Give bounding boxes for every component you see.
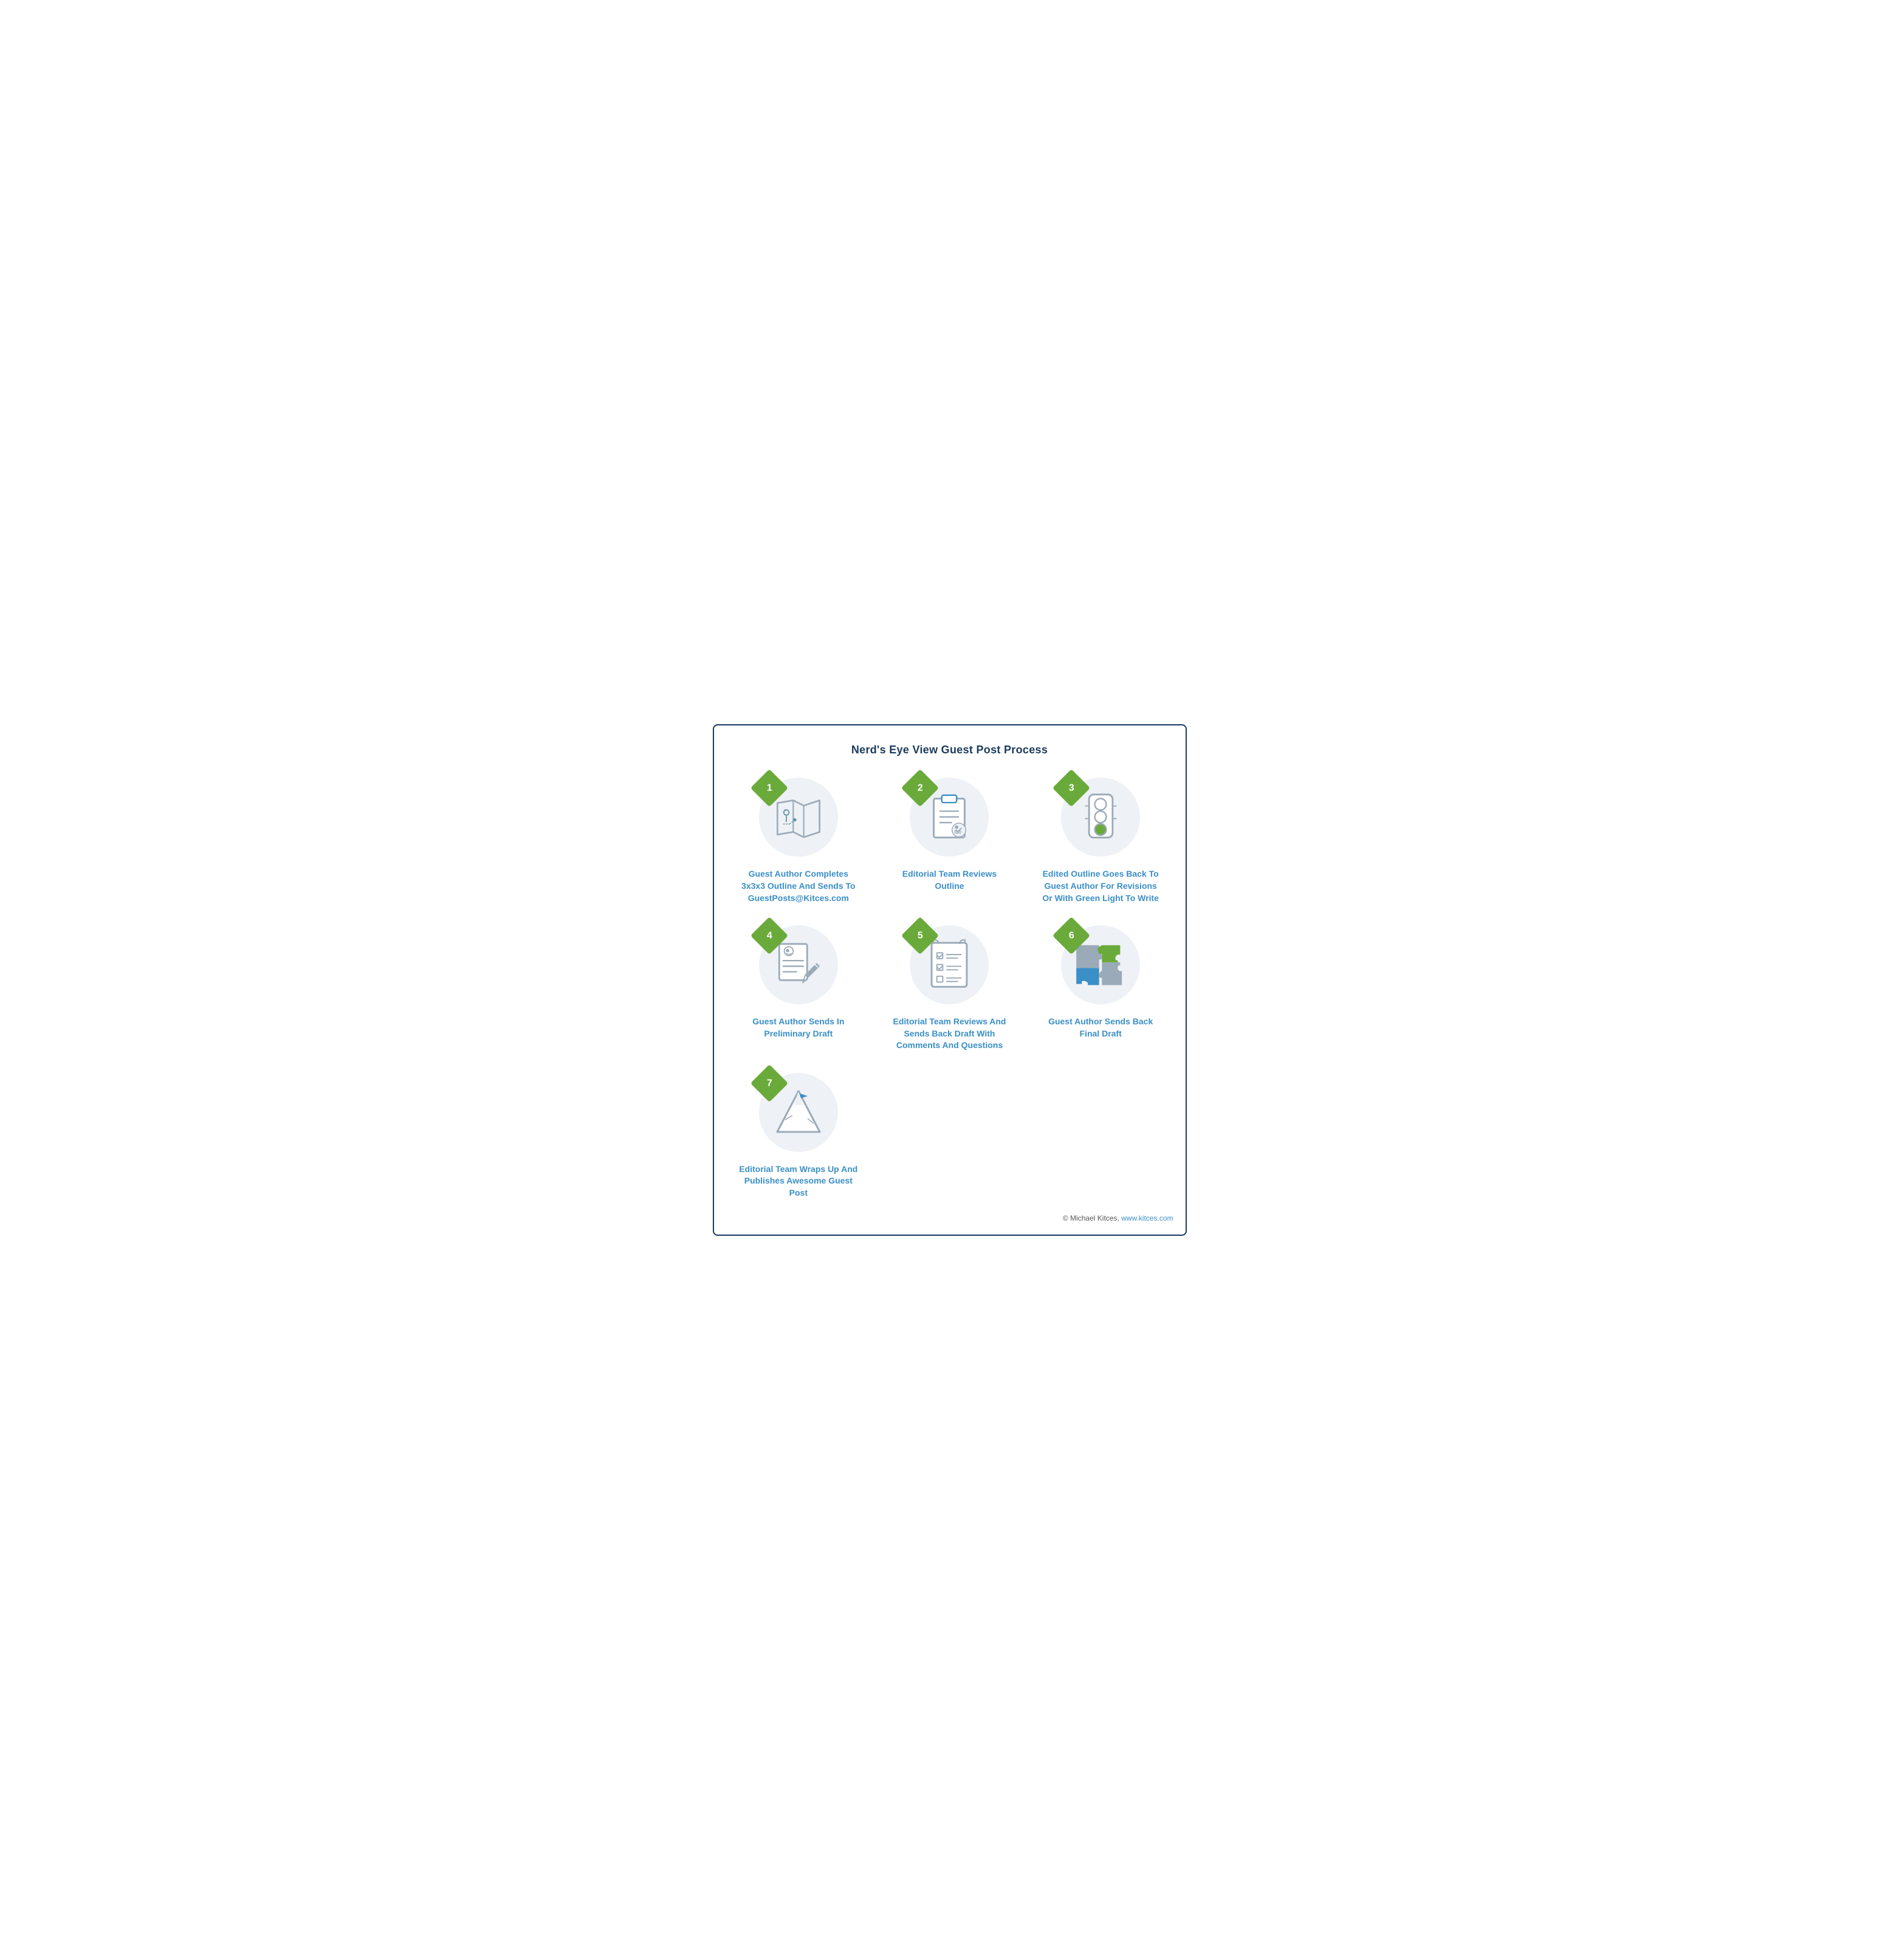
step-icon-wrap-3: 3 bbox=[1058, 775, 1143, 860]
step-label-5: Editorial Team Reviews And Sends Back Dr… bbox=[888, 1016, 1010, 1052]
step-1: 1 × Guest Author Completes 3x3x3 Outline… bbox=[726, 775, 871, 904]
step-number-6: 6 bbox=[1069, 930, 1074, 941]
step-number-4: 4 bbox=[766, 930, 772, 941]
step-4: 4 Guest Author Sends In Preliminary Draf… bbox=[726, 922, 871, 1052]
step-5: 5 Editorial Team Reviews And Sends Back … bbox=[877, 922, 1022, 1052]
step-icon-wrap-5: 5 bbox=[907, 922, 992, 1007]
copyright-text: © Michael Kitces, bbox=[1063, 1214, 1121, 1222]
step-number-7: 7 bbox=[766, 1078, 772, 1089]
svg-text:×: × bbox=[784, 809, 786, 812]
step-label-3: Edited Outline Goes Back To Guest Author… bbox=[1040, 868, 1161, 904]
step-label-2: Editorial Team Reviews Outline bbox=[888, 868, 1010, 892]
step-icon-wrap-2: 2 bbox=[907, 775, 992, 860]
step-label-7: Editorial Team Wraps Up And Publishes Aw… bbox=[738, 1163, 859, 1199]
page-title: Nerd's Eye View Guest Post Process bbox=[726, 744, 1173, 756]
footer-link[interactable]: www.kitces.com bbox=[1121, 1214, 1173, 1222]
step-number-5: 5 bbox=[918, 930, 923, 941]
step-number-3: 3 bbox=[1069, 783, 1074, 793]
step-label-1: Guest Author Completes 3x3x3 Outline And… bbox=[738, 868, 859, 904]
step-6: 6 Guest Author Sends Back Final Draft bbox=[1028, 922, 1173, 1052]
step-icon-wrap-4: 4 bbox=[756, 922, 841, 1007]
step-number-2: 2 bbox=[918, 783, 923, 793]
footer: © Michael Kitces, www.kitces.com bbox=[726, 1214, 1173, 1222]
step-7: 7 Editorial Team Wraps Up And Publishes … bbox=[726, 1070, 871, 1199]
step-label-6: Guest Author Sends Back Final Draft bbox=[1040, 1016, 1161, 1040]
step-number-1: 1 bbox=[766, 783, 772, 793]
steps-grid: 1 × Guest Author Completes 3x3x3 Outline… bbox=[726, 775, 1173, 1199]
step-2: 2 Editorial Team Reviews Outline bbox=[877, 775, 1022, 904]
process-card: Nerd's Eye View Guest Post Process 1 × G… bbox=[713, 724, 1187, 1235]
step-icon-wrap-7: 7 bbox=[756, 1070, 841, 1155]
step-label-4: Guest Author Sends In Preliminary Draft bbox=[738, 1016, 859, 1040]
step-3: 3 Edited Outline Goes Back To Guest Auth… bbox=[1028, 775, 1173, 904]
step-icon-wrap-6: 6 bbox=[1058, 922, 1143, 1007]
step-icon-wrap-1: 1 × bbox=[756, 775, 841, 860]
